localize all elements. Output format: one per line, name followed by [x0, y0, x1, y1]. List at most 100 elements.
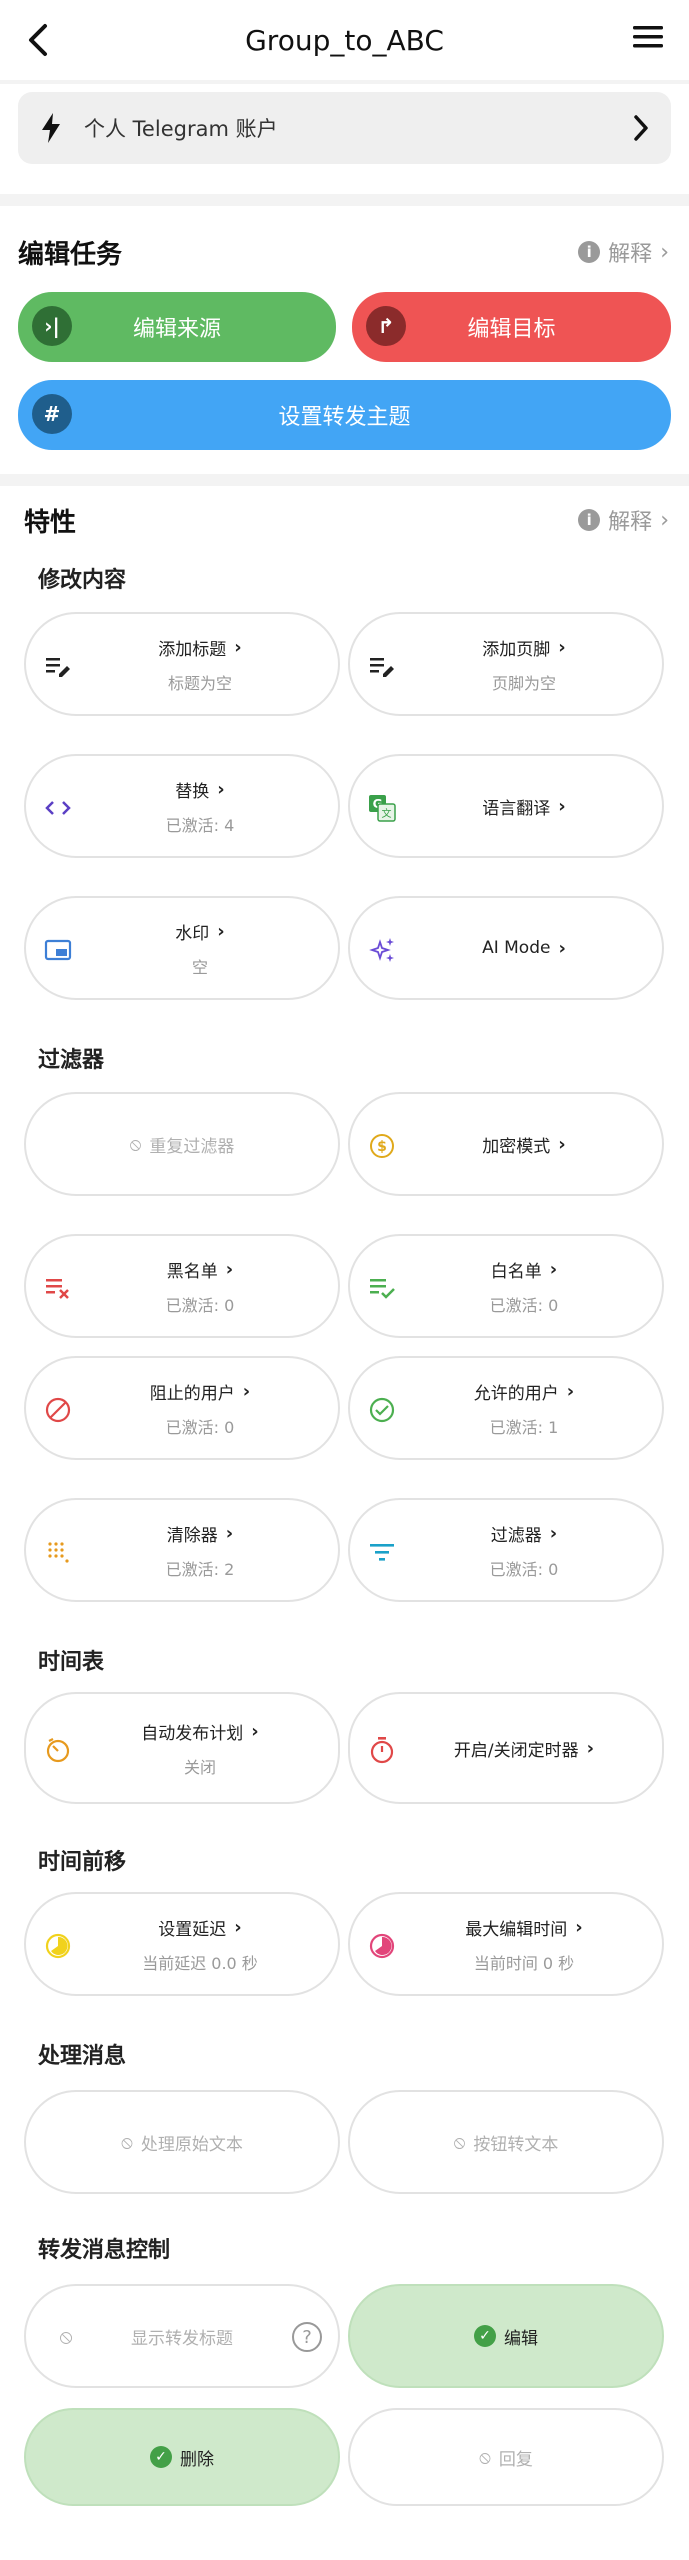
- ai-mode-card[interactable]: AI Mode ›: [348, 896, 664, 1000]
- edit-toggle-card[interactable]: ✓ 编辑: [348, 2284, 664, 2388]
- clock-progress-icon: [44, 1932, 72, 1960]
- card-name: 设置延迟: [158, 1919, 227, 1940]
- blacklist-card[interactable]: 黑名单 › 已激活: 0: [24, 1234, 340, 1338]
- account-selector[interactable]: 个人 Telegram 账户: [18, 92, 671, 164]
- crypto-mode-card[interactable]: $ 加密模式 ›: [348, 1092, 664, 1196]
- edit-source-label: 编辑来源: [132, 317, 221, 342]
- blocked-users-card[interactable]: 阻止的用户 › 已激活: 0: [24, 1356, 340, 1460]
- sparkles-icon: [368, 936, 396, 964]
- svg-text:$: $: [377, 1139, 387, 1155]
- menu-button[interactable]: [631, 22, 671, 58]
- section-divider: [0, 474, 689, 486]
- card-name: 黑名单: [166, 1261, 218, 1282]
- block-icon: [44, 1396, 72, 1424]
- auto-post-card[interactable]: 自动发布计划 › 关闭: [24, 1692, 340, 1804]
- filter-card[interactable]: 过滤器 › 已激活: 0: [348, 1498, 664, 1602]
- add-footer-card[interactable]: 添加页脚 › 页脚为空: [348, 612, 664, 716]
- whitelist-card[interactable]: 白名单 › 已激活: 0: [348, 1234, 664, 1338]
- reply-toggle-card[interactable]: ⦸ 回复: [348, 2408, 664, 2506]
- chevron-right-icon: ›: [217, 920, 225, 942]
- link-off-icon: ⦸: [129, 1133, 142, 1155]
- delete-toggle-card[interactable]: ✓ 删除: [24, 2408, 340, 2506]
- chevron-right-icon: ›: [558, 937, 566, 959]
- duplicate-filter-card[interactable]: ⦸ 重复过滤器: [24, 1092, 340, 1196]
- card-value: 已激活: 0: [489, 1295, 559, 1315]
- card-value: 已激活: 1: [489, 1417, 559, 1437]
- dollar-icon: $: [368, 1132, 396, 1160]
- card-name: 允许的用户: [473, 1383, 559, 1404]
- schedule-title: 时间表: [38, 1650, 105, 1675]
- cleaner-card[interactable]: 清除器 › 已激活: 2: [24, 1498, 340, 1602]
- show-forward-header-card[interactable]: ⦸ 显示转发标题 ?: [24, 2284, 340, 2388]
- set-forward-topic-button[interactable]: # 设置转发主题: [18, 380, 671, 450]
- hashtag-icon: #: [32, 394, 72, 434]
- translate-icon: G文: [368, 794, 396, 822]
- grain-icon: [44, 1538, 72, 1566]
- filters-title: 过滤器: [38, 1048, 105, 1073]
- card-name: 加密模式: [482, 1136, 551, 1157]
- chevron-right-icon: ›: [225, 1258, 234, 1280]
- bolt-icon: [42, 113, 60, 143]
- top-bar: Group_to_ABC: [0, 0, 689, 80]
- back-button[interactable]: [18, 18, 58, 62]
- chevron-right-icon: ›: [549, 1522, 558, 1544]
- process-messages-title: 处理消息: [38, 2044, 127, 2069]
- add-header-card[interactable]: 添加标题 › 标题为空: [24, 612, 340, 716]
- card-name: 阻止的用户: [149, 1383, 235, 1404]
- modify-content-title: 修改内容: [38, 568, 127, 593]
- chevron-right-icon: ›: [586, 1737, 595, 1759]
- card-value: 当前时间 0 秒: [473, 1953, 575, 1973]
- card-name: 替换: [175, 781, 210, 802]
- card-name: 自动发布计划: [141, 1723, 244, 1744]
- check-circle-icon: ✓: [150, 2446, 172, 2468]
- playlist-check-icon: [368, 1274, 396, 1302]
- translate-card[interactable]: G文 语言翻译 ›: [348, 754, 664, 858]
- chevron-right-icon: ›: [234, 1916, 242, 1938]
- clock-progress-icon: [368, 1932, 396, 1960]
- set-forward-topic-label: 设置转发主题: [278, 405, 411, 430]
- card-value: 已激活: 0: [165, 1295, 235, 1315]
- timer-toggle-card[interactable]: 开启/关闭定时器 ›: [348, 1692, 664, 1804]
- card-name: 白名单: [490, 1261, 542, 1282]
- button-to-text-card[interactable]: ⦸ 按钮转文本: [348, 2090, 664, 2194]
- link-off-icon: ⦸: [59, 2324, 73, 2348]
- chevron-right-icon: ›: [558, 636, 566, 658]
- code-icon: [44, 794, 72, 822]
- chevron-right-icon: ›: [251, 1720, 259, 1742]
- check-circle-icon: ✓: [474, 2325, 496, 2347]
- watermark-card[interactable]: 水印 › 空: [24, 896, 340, 1000]
- features-explain-link[interactable]: i 解释 ›: [578, 504, 669, 536]
- help-icon[interactable]: ?: [292, 2322, 322, 2352]
- edit-target-button[interactable]: ↱ 编辑目标: [352, 292, 671, 362]
- card-name: 按钮转文本: [473, 2134, 559, 2155]
- edit-source-button[interactable]: ›| 编辑来源: [18, 292, 336, 362]
- chevron-right-icon: ›: [660, 239, 669, 265]
- card-value: 页脚为空: [491, 673, 556, 693]
- hamburger-icon: [633, 26, 663, 48]
- max-edit-time-card[interactable]: 最大编辑时间 › 当前时间 0 秒: [348, 1892, 664, 1996]
- svg-text:文: 文: [382, 807, 392, 820]
- info-icon: i: [578, 241, 601, 263]
- picture-in-picture-icon: [44, 936, 72, 964]
- card-name: 清除器: [166, 1525, 218, 1546]
- playlist-remove-icon: [44, 1274, 72, 1302]
- card-value: 标题为空: [167, 673, 232, 693]
- chevron-right-icon: ›: [217, 778, 225, 800]
- set-delay-card[interactable]: 设置延迟 › 当前延迟 0.0 秒: [24, 1892, 340, 1996]
- allowed-users-card[interactable]: 允许的用户 › 已激活: 1: [348, 1356, 664, 1460]
- info-icon: i: [578, 509, 601, 531]
- card-name: 添加页脚: [482, 639, 551, 660]
- chevron-right-icon: ›: [566, 1380, 575, 1402]
- explain-label: 解释: [608, 242, 653, 267]
- page-title: Group_to_ABC: [245, 23, 444, 57]
- edit-notes-icon: [44, 652, 72, 680]
- section-divider: [0, 194, 689, 206]
- card-name: 最大编辑时间: [465, 1919, 568, 1940]
- card-name: 编辑: [504, 2328, 538, 2349]
- card-value: 已激活: 0: [165, 1417, 235, 1437]
- card-name: 过滤器: [490, 1525, 542, 1546]
- edit-task-explain-link[interactable]: i 解释 ›: [578, 236, 669, 268]
- replace-card[interactable]: 替换 › 已激活: 4: [24, 754, 340, 858]
- edit-target-label: 编辑目标: [467, 317, 556, 342]
- process-raw-text-card[interactable]: ⦸ 处理原始文本: [24, 2090, 340, 2194]
